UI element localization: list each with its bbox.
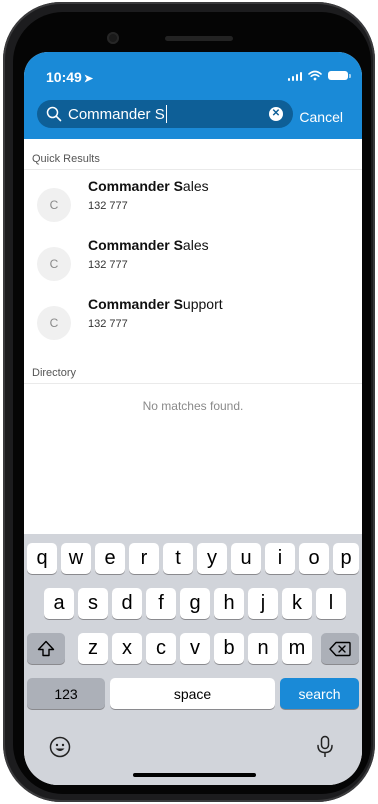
key-n[interactable]: n <box>248 633 278 664</box>
key-e[interactable]: e <box>95 543 125 574</box>
key-k[interactable]: k <box>282 588 312 619</box>
space-key[interactable]: space <box>110 678 275 709</box>
home-indicator <box>133 773 256 777</box>
status-icons <box>287 70 351 81</box>
result-item[interactable]: C Commander Sales 132 777 <box>24 172 362 230</box>
clear-search-icon[interactable]: ✕ <box>269 107 283 121</box>
key-o[interactable]: o <box>299 543 329 574</box>
search-header: 10:49 ➤ Commander S ✕ Cancel <box>24 52 362 139</box>
key-f[interactable]: f <box>146 588 176 619</box>
key-q[interactable]: q <box>27 543 57 574</box>
search-query-text[interactable]: Commander S <box>68 105 168 123</box>
key-a[interactable]: a <box>44 588 74 619</box>
microphone-icon[interactable] <box>316 735 334 759</box>
emoji-icon[interactable] <box>49 736 71 758</box>
result-name: Commander Sales <box>88 178 209 194</box>
key-l[interactable]: l <box>316 588 346 619</box>
search-query-value: Commander S <box>68 105 165 123</box>
wifi-icon <box>308 70 322 81</box>
shift-icon <box>37 640 55 657</box>
result-name: Commander Sales <box>88 237 209 253</box>
text-cursor <box>165 105 168 123</box>
section-header-directory: Directory <box>24 364 362 384</box>
key-h[interactable]: h <box>214 588 244 619</box>
key-j[interactable]: j <box>248 588 278 619</box>
key-s[interactable]: s <box>78 588 108 619</box>
numbers-key[interactable]: 123 <box>27 678 105 709</box>
key-b[interactable]: b <box>214 633 244 664</box>
backspace-icon <box>329 641 351 656</box>
search-input[interactable]: Commander S ✕ <box>37 100 293 128</box>
key-w[interactable]: w <box>61 543 91 574</box>
search-key[interactable]: search <box>280 678 359 709</box>
no-matches-message: No matches found. <box>142 399 244 413</box>
keyboard: q w e r t y u i o p a s d f g h j k l z … <box>24 534 362 785</box>
key-m[interactable]: m <box>282 633 312 664</box>
cancel-button[interactable]: Cancel <box>299 109 343 125</box>
key-u[interactable]: u <box>231 543 261 574</box>
key-p[interactable]: p <box>333 543 359 574</box>
result-name: Commander Support <box>88 296 223 312</box>
key-d[interactable]: d <box>112 588 142 619</box>
signal-icon <box>287 71 302 81</box>
shift-key[interactable] <box>27 633 65 664</box>
speaker-grille <box>165 36 233 41</box>
avatar: C <box>37 188 71 222</box>
key-g[interactable]: g <box>180 588 210 619</box>
key-c[interactable]: c <box>146 633 176 664</box>
key-y[interactable]: y <box>197 543 227 574</box>
key-z[interactable]: z <box>78 633 108 664</box>
result-number: 132 777 <box>88 318 128 330</box>
section-header-quick-results: Quick Results <box>24 150 362 170</box>
camera-icon <box>107 32 119 44</box>
key-v[interactable]: v <box>180 633 210 664</box>
key-t[interactable]: t <box>163 543 193 574</box>
key-i[interactable]: i <box>265 543 295 574</box>
delete-key[interactable] <box>321 633 359 664</box>
key-x[interactable]: x <box>112 633 142 664</box>
avatar: C <box>37 247 71 281</box>
result-item[interactable]: C Commander Support 132 777 <box>24 290 362 348</box>
result-number: 132 777 <box>88 259 128 271</box>
result-item[interactable]: C Commander Sales 132 777 <box>24 231 362 289</box>
battery-icon <box>328 71 351 80</box>
key-r[interactable]: r <box>129 543 159 574</box>
avatar: C <box>37 306 71 340</box>
result-number: 132 777 <box>88 200 128 212</box>
app-screen: 10:49 ➤ Commander S ✕ Cancel Quick Result… <box>24 52 362 785</box>
status-time-label: 10:49 <box>46 69 82 85</box>
status-time: 10:49 ➤ <box>46 69 93 85</box>
location-arrow-icon: ➤ <box>83 73 94 85</box>
search-icon <box>46 106 62 122</box>
